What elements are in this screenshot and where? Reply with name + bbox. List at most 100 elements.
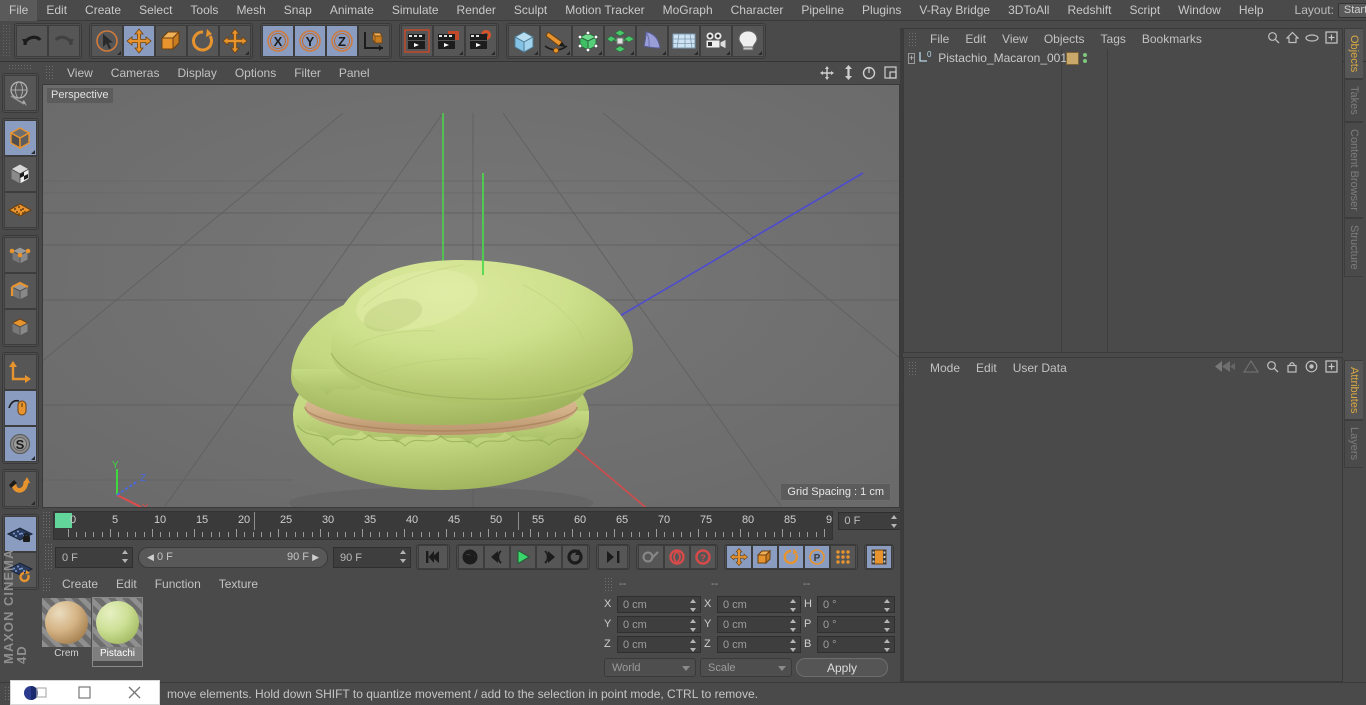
timeline-grip[interactable]: [42, 511, 51, 539]
search-icon[interactable]: [1266, 360, 1279, 376]
spinner-icon[interactable]: [690, 638, 697, 652]
timeline-current-frame-field[interactable]: 0 F: [838, 512, 902, 530]
previous-frame-button[interactable]: [484, 545, 510, 569]
move-tool-button[interactable]: [123, 25, 155, 57]
scale-key-button[interactable]: [752, 545, 778, 569]
menu-item-script[interactable]: Script: [1120, 0, 1169, 21]
undo-button[interactable]: [16, 25, 48, 57]
coord-field-rot-h[interactable]: 0 °: [817, 595, 895, 613]
spinner-icon[interactable]: [122, 549, 129, 563]
current-frame-field[interactable]: 0 F: [55, 546, 133, 568]
toolbar-grip[interactable]: [2, 24, 11, 58]
move-axis-button[interactable]: [219, 25, 251, 57]
coord-field-size-y[interactable]: 0 cm: [717, 615, 801, 633]
enable-snapping-button[interactable]: [3, 390, 37, 426]
menu-item-tools[interactable]: Tools: [181, 0, 227, 21]
object-menu-file[interactable]: File: [922, 29, 957, 49]
menu-item-animate[interactable]: Animate: [321, 0, 383, 21]
coord-field-pos-x[interactable]: 0 cm: [617, 595, 701, 613]
object-menu-edit[interactable]: Edit: [957, 29, 994, 49]
points-mode-button[interactable]: [3, 237, 37, 273]
playback-grip[interactable]: [44, 543, 53, 571]
tab-content-browser[interactable]: Content Browser: [1344, 122, 1363, 218]
rotate-tool-button[interactable]: [187, 25, 219, 57]
tab-takes[interactable]: Takes: [1344, 79, 1363, 123]
scale-tool-button[interactable]: [155, 25, 187, 57]
object-manager-grip[interactable]: [908, 32, 917, 46]
menu-item-window[interactable]: Window: [1169, 0, 1230, 21]
object-menu-objects[interactable]: Objects: [1036, 29, 1093, 49]
object-row-pistachio-macaron[interactable]: + 0 Pistachio_Macaron_001: [904, 49, 1067, 67]
next-frame-button[interactable]: [536, 545, 562, 569]
menu-item-render[interactable]: Render: [448, 0, 505, 21]
rotate-view-icon[interactable]: [861, 64, 877, 81]
play-forwards-button[interactable]: [510, 545, 536, 569]
expand-toggle-icon[interactable]: +: [908, 52, 916, 64]
menu-item-select[interactable]: Select: [130, 0, 181, 21]
material-menu-function[interactable]: Function: [146, 574, 210, 594]
play-loop-button[interactable]: [562, 545, 588, 569]
timeline-toggle-button[interactable]: [866, 545, 892, 569]
texture-mode-button[interactable]: [3, 156, 37, 192]
make-editable-button[interactable]: [3, 75, 37, 111]
camera-object-button[interactable]: [700, 25, 732, 57]
keyframe-selection-button[interactable]: ?: [690, 545, 716, 569]
maximize-view-icon[interactable]: [882, 64, 898, 81]
lock-icon[interactable]: [1286, 360, 1298, 376]
perspective-viewport[interactable]: Perspective Y Z Grid Spacing: 1 cm: [42, 84, 900, 508]
home-icon[interactable]: [1285, 31, 1300, 47]
coord-field-rot-b[interactable]: 0 °: [817, 635, 895, 653]
object-menu-bookmarks[interactable]: Bookmarks: [1134, 29, 1210, 49]
viewport-menu-options[interactable]: Options: [226, 62, 285, 84]
coord-field-size-x[interactable]: 0 cm: [717, 595, 801, 613]
lock-x-axis-button[interactable]: X: [262, 25, 294, 57]
coordinate-system-dropdown[interactable]: World: [604, 657, 696, 677]
ellipse-icon[interactable]: [1305, 32, 1319, 46]
menu-item-3dtoall[interactable]: 3DToAll: [999, 0, 1058, 21]
viewport-menu-cameras[interactable]: Cameras: [102, 62, 169, 84]
coord-field-pos-y[interactable]: 0 cm: [617, 615, 701, 633]
render-settings-button[interactable]: [465, 25, 497, 57]
object-axis-button[interactable]: [3, 354, 37, 390]
menu-item-sculpt[interactable]: Sculpt: [505, 0, 556, 21]
left-toolbar-grip[interactable]: [8, 64, 32, 71]
spinner-icon[interactable]: [884, 638, 891, 652]
menu-item-redshift[interactable]: Redshift: [1058, 0, 1120, 21]
object-menu-tags[interactable]: Tags: [1093, 29, 1134, 49]
menu-item-pipeline[interactable]: Pipeline: [792, 0, 853, 21]
spinner-icon[interactable]: [690, 598, 697, 612]
render-picture-viewer-button[interactable]: [433, 25, 465, 57]
pla-key-button[interactable]: P: [804, 545, 830, 569]
menu-item-create[interactable]: Create: [76, 0, 130, 21]
material-item-pistachio[interactable]: Pistachi: [92, 597, 143, 667]
spinner-icon[interactable]: [884, 598, 891, 612]
timeline-ruler[interactable]: 0 5 10 15 20 25 30 35 40 45 50 55 60 65 70 75 80 85 90: [52, 511, 834, 540]
plus-box-icon[interactable]: [1325, 360, 1338, 376]
redo-button[interactable]: [48, 25, 80, 57]
pan-icon[interactable]: [819, 64, 835, 81]
menu-item-snap[interactable]: Snap: [275, 0, 321, 21]
lock-y-axis-button[interactable]: Y: [294, 25, 326, 57]
viewport-menu-view[interactable]: View: [58, 62, 102, 84]
menu-item-character[interactable]: Character: [722, 0, 793, 21]
menu-item-vray-bridge[interactable]: V-Ray Bridge: [910, 0, 999, 21]
play-backwards-button[interactable]: [458, 545, 484, 569]
viewport-menu-filter[interactable]: Filter: [285, 62, 330, 84]
rotation-key-button[interactable]: [778, 545, 804, 569]
menu-item-mograph[interactable]: MoGraph: [654, 0, 722, 21]
attribute-menu-mode[interactable]: Mode: [922, 358, 968, 378]
spinner-icon[interactable]: [400, 549, 407, 563]
world-object-axis-button[interactable]: [358, 25, 390, 57]
material-item-crem[interactable]: Crem: [42, 598, 91, 666]
menu-item-plugins[interactable]: Plugins: [853, 0, 910, 21]
position-key-button[interactable]: [726, 545, 752, 569]
material-menu-create[interactable]: Create: [53, 574, 107, 594]
preview-range-slider[interactable]: ◀ 0 F 90 F ▶: [138, 546, 328, 568]
generator-nurbs-button[interactable]: [572, 25, 604, 57]
app-window-icon[interactable]: [11, 680, 60, 705]
search-icon[interactable]: [1267, 31, 1280, 47]
maximize-icon[interactable]: [60, 680, 109, 705]
array-object-button[interactable]: [604, 25, 636, 57]
menu-item-simulate[interactable]: Simulate: [383, 0, 448, 21]
object-menu-view[interactable]: View: [994, 29, 1036, 49]
